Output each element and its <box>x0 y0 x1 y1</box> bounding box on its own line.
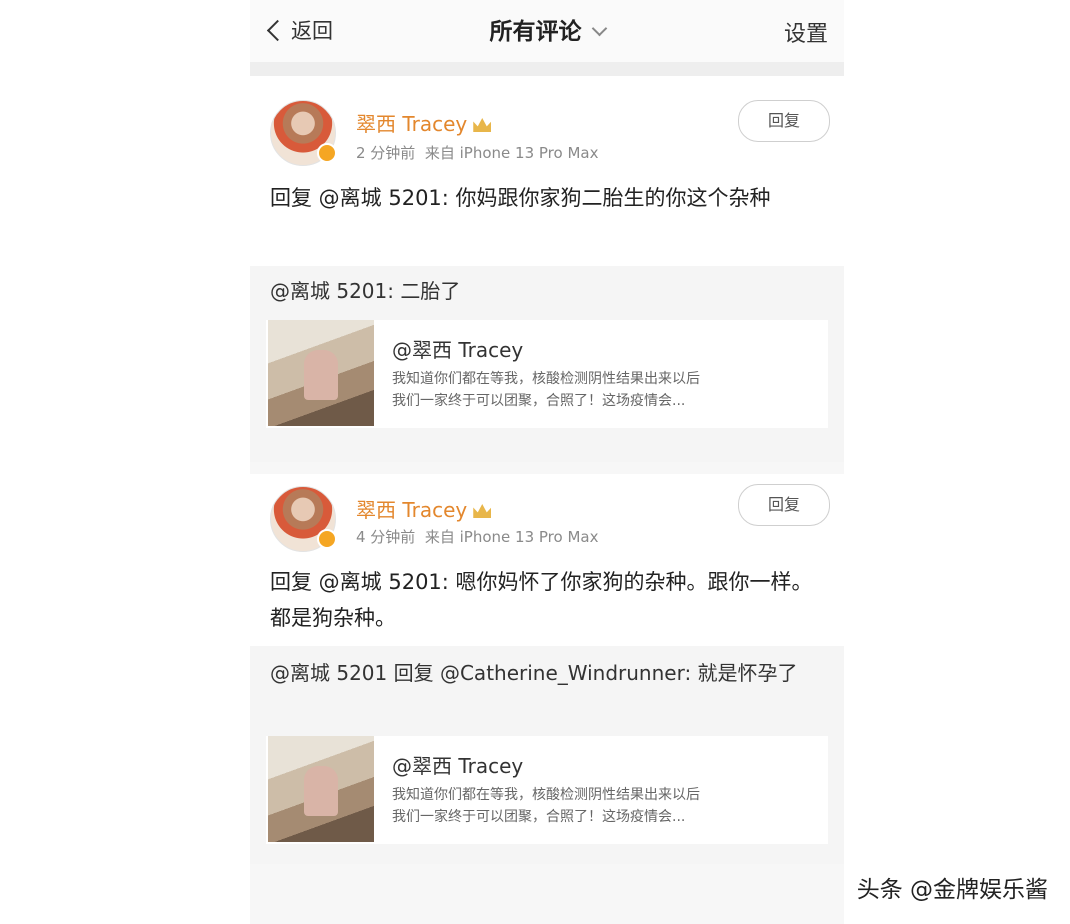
shared-post-line2: 我们一家终于可以团聚，合照了！这场疫情会... <box>392 393 686 409</box>
comment-time: 4 分钟前 <box>356 528 416 546</box>
crown-icon <box>473 118 492 132</box>
comment-meta: 4 分钟前 来自 iPhone 13 Pro Max <box>356 526 598 547</box>
quoted-comment[interactable]: @离城 5201: 二胎了 @翠西 Tracey 我知道你们都在等我，核酸检测阴… <box>250 266 844 462</box>
quoted-comment[interactable]: @离城 5201 回复 @Catherine_Windrunner: 就是怀孕了… <box>250 646 844 864</box>
comment-card: 翠西 Tracey 2 分钟前 来自 iPhone 13 Pro Max 回复 … <box>250 76 844 462</box>
post-thumbnail <box>268 320 374 426</box>
avatar[interactable] <box>270 486 337 552</box>
shared-post-excerpt: 我知道你们都在等我，核酸检测阴性结果出来以后 我们一家终于可以团聚，合照了！这场… <box>392 784 822 828</box>
quoted-comment-text: @离城 5201 回复 @Catherine_Windrunner: 就是怀孕了 <box>270 661 798 685</box>
comment-username[interactable]: 翠西 Tracey <box>356 108 492 137</box>
comment-username[interactable]: 翠西 Tracey <box>356 494 492 523</box>
reply-button[interactable]: 回复 <box>738 484 830 526</box>
verified-badge-icon <box>317 143 337 163</box>
avatar[interactable] <box>270 100 337 166</box>
shared-post-line2: 我们一家终于可以团聚，合照了！这场疫情会... <box>392 809 686 825</box>
page-title-dropdown[interactable]: 所有评论 <box>250 12 844 46</box>
post-thumbnail <box>268 736 374 842</box>
shared-post-excerpt: 我知道你们都在等我，核酸检测阴性结果出来以后 我们一家终于可以团聚，合照了！这场… <box>392 368 822 412</box>
reply-button[interactable]: 回复 <box>738 100 830 142</box>
shared-post-author: @翠西 Tracey <box>392 754 524 778</box>
comment-text: 回复 @离城 5201: 你妈跟你家狗二胎生的你这个杂种 <box>270 186 771 210</box>
username-text: 翠西 Tracey <box>356 498 468 522</box>
comment-card: 翠西 Tracey 4 分钟前 来自 iPhone 13 Pro Max 回复 … <box>250 474 844 864</box>
quoted-comment-text: @离城 5201: 二胎了 <box>270 279 461 303</box>
comment-device: 来自 iPhone 13 Pro Max <box>424 528 599 546</box>
comment-meta: 2 分钟前 来自 iPhone 13 Pro Max <box>356 142 598 163</box>
comment-text: 回复 @离城 5201: 嗯你妈怀了你家狗的杂种。跟你一样。都是狗杂种。 <box>270 570 813 630</box>
comment-time: 2 分钟前 <box>356 144 416 162</box>
shared-post-line1: 我知道你们都在等我，核酸检测阴性结果出来以后 <box>392 787 700 803</box>
verified-badge-icon <box>317 529 337 549</box>
settings-button[interactable]: 设置 <box>784 16 828 48</box>
watermark: 头条 @金牌娱乐酱 <box>856 877 1048 903</box>
page-title: 所有评论 <box>489 19 582 45</box>
shared-post-card[interactable]: @翠西 Tracey 我知道你们都在等我，核酸检测阴性结果出来以后 我们一家终于… <box>266 736 828 844</box>
phone-screen: 返回 所有评论 设置 翠西 Tracey 2 分钟前 来自 iPhone 13 … <box>250 0 844 924</box>
shared-post-card[interactable]: @翠西 Tracey 我知道你们都在等我，核酸检测阴性结果出来以后 我们一家终于… <box>266 320 828 428</box>
shared-post-author: @翠西 Tracey <box>392 338 524 362</box>
username-text: 翠西 Tracey <box>356 112 468 136</box>
chevron-down-icon <box>591 20 607 37</box>
shared-post-line1: 我知道你们都在等我，核酸检测阴性结果出来以后 <box>392 371 700 387</box>
comment-device: 来自 iPhone 13 Pro Max <box>424 144 599 162</box>
crown-icon <box>473 504 492 518</box>
top-navigation-bar: 返回 所有评论 设置 <box>250 0 844 76</box>
